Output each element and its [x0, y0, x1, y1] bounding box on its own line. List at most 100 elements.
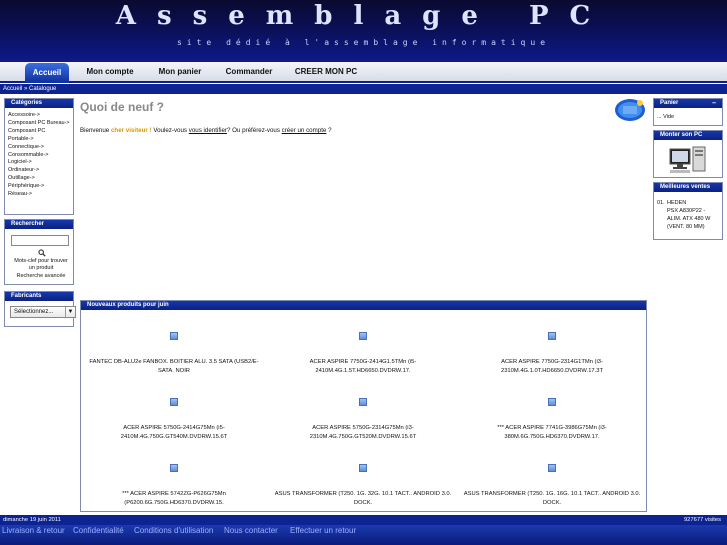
footer-visits: 927677 visites	[683, 517, 721, 523]
product-name[interactable]: *** ACER ASPIRE 5742ZG-P626G75Mn	[81, 490, 267, 499]
search-hint-2: un produit	[28, 265, 54, 271]
product-image-icon[interactable]	[548, 464, 556, 472]
site-logo[interactable]: Assemblage PC	[0, 3, 727, 29]
new-products-box: Nouveaux produits pour juin FANTEC DB-AL…	[80, 300, 647, 512]
tab-mon-compte[interactable]: Mon compte	[80, 62, 140, 81]
category-link[interactable]: Périphérique->	[8, 183, 70, 191]
categories-list: Accessoire-> Composant PC Bureau-> Composa…	[5, 108, 73, 203]
category-link[interactable]: Composant PC Bureau->	[8, 120, 70, 128]
search-hint-1: Mots-clef pour trouver	[14, 258, 68, 264]
welcome-mid2: ? Ou préférez-vous	[226, 127, 280, 134]
new-badge-icon	[615, 99, 645, 121]
footer-link-livraison[interactable]: Livraison & retour	[2, 526, 65, 535]
categories-title: Catégories	[5, 99, 73, 108]
product-image-icon[interactable]	[548, 398, 556, 406]
footer-link-conditions[interactable]: Conditions d'utilisation	[134, 526, 213, 535]
page: Assemblage PC site dédié à l'assemblage …	[0, 0, 727, 545]
tab-mon-panier[interactable]: Mon panier	[150, 62, 210, 81]
manufacturer-select-value: Sélectionnez...	[14, 309, 54, 315]
category-link[interactable]: Logiciel->	[8, 159, 70, 167]
cart-title: Panier –	[654, 99, 722, 108]
category-link[interactable]: Ordinateur->	[8, 167, 70, 175]
category-link[interactable]: Outillage->	[8, 175, 70, 183]
welcome-message: Bienvenue cher visiteur ! Voulez-vous vo…	[80, 127, 332, 134]
product-image-icon[interactable]	[170, 398, 178, 406]
welcome-visitor: cher visiteur !	[110, 127, 152, 134]
category-link[interactable]: Connectique->	[8, 144, 70, 152]
tab-accueil[interactable]: Accueil	[25, 63, 69, 83]
search-icon[interactable]	[38, 249, 46, 257]
bestsellers-box: Meilleures ventes 01. HEDEN PSX A830P22 …	[653, 182, 723, 240]
product-name[interactable]: FANTEC DB-ALU2e FANBOX. BOITIER ALU. 3.5…	[81, 358, 267, 367]
footer-link-contact[interactable]: Nous contacter	[224, 526, 278, 535]
breadcrumb[interactable]: Accueil » Catalogue	[0, 84, 727, 94]
page-title: Quoi de neuf ?	[80, 100, 164, 114]
product-name[interactable]: DOCK.	[270, 499, 456, 508]
manufacturer-select[interactable]: Sélectionnez... ▼	[10, 306, 76, 318]
login-link[interactable]: vous identifier	[189, 127, 227, 134]
product-name[interactable]: ACER ASPIRE 5750G-2414G75Mn (i5-	[81, 424, 267, 433]
footer-date: dimanche 19 juin 2011	[3, 517, 61, 523]
footer-links-bar: Livraison & retour Confidentialité Condi…	[0, 525, 727, 545]
product-image-icon[interactable]	[359, 464, 367, 472]
manufacturers-box: Fabricants Sélectionnez... ▼	[4, 291, 76, 327]
product-name[interactable]: 2410M.4G.1.5T.HD6650.DVDRW.17.	[270, 367, 456, 376]
category-link[interactable]: Accessoire->	[8, 112, 70, 120]
search-title: Rechercher	[5, 220, 73, 229]
bestseller-line: (VENT. 80 MM)	[667, 224, 705, 230]
cart-title-text: Panier	[660, 100, 679, 106]
product-name[interactable]: ACER ASPIRE 7750G-2314G1TMn (i3-	[459, 358, 645, 367]
bestseller-item-1[interactable]: HEDEN PSX A830P22 - ALIM. ATX 480 W (VEN…	[667, 199, 710, 231]
category-link[interactable]: Portable->	[8, 136, 70, 144]
category-link[interactable]: Consommable->	[8, 152, 70, 160]
chevron-down-icon: ▼	[65, 307, 75, 317]
product-name[interactable]: DOCK.	[459, 499, 645, 508]
new-products-title: Nouveaux produits pour juin	[81, 301, 646, 310]
product-image-icon[interactable]	[170, 464, 178, 472]
footer-status-bar: dimanche 19 juin 2011 927677 visites	[0, 515, 727, 525]
tab-creer-mon-pc[interactable]: CREER MON PC	[288, 62, 364, 81]
product-name[interactable]: 2410M.4G.750G.GT540M.DVDRW.15.6T	[81, 433, 267, 442]
build-pc-box[interactable]: Monter son PC	[653, 130, 723, 178]
product-name[interactable]: ACER ASPIRE 7750G-2414G1.5TMn (i5-	[270, 358, 456, 367]
search-input[interactable]	[11, 235, 69, 246]
advanced-search-link[interactable]: Recherche avancée	[5, 273, 77, 280]
bestsellers-title: Meilleures ventes	[654, 183, 722, 192]
product-name[interactable]: 2310M.4G.750G.GT520M.DVDRW.15.6T	[270, 433, 456, 442]
cart-box: Panier – ... Vide	[653, 98, 723, 126]
welcome-prefix: Bienvenue	[80, 127, 110, 134]
bestseller-line: HEDEN	[667, 200, 687, 206]
tab-commander[interactable]: Commander	[220, 62, 278, 81]
product-image-icon[interactable]	[170, 332, 178, 340]
search-box: Rechercher Mots-clef pour trouver un pro…	[4, 219, 74, 285]
product-image-icon[interactable]	[359, 332, 367, 340]
welcome-mid: Voulez-vous	[153, 127, 188, 134]
product-name[interactable]: 380M.6G.750G.HD6370.DVDRW.17.	[459, 433, 645, 442]
categories-box: Catégories Accessoire-> Composant PC Bure…	[4, 98, 74, 215]
product-image-icon[interactable]	[548, 332, 556, 340]
product-name[interactable]: ASUS TRANSFORMER (T250. 1G. 16G. 10.1 TA…	[459, 490, 645, 499]
category-link[interactable]: Réseau->	[8, 191, 70, 199]
create-account-link[interactable]: créer un compte	[282, 127, 327, 134]
product-image-icon[interactable]	[359, 398, 367, 406]
product-name[interactable]: *** ACER ASPIRE 7741G-3986G75Mn (i3-	[459, 424, 645, 433]
bestseller-line: ALIM. ATX 480 W	[667, 216, 711, 222]
site-header: Assemblage PC site dédié à l'assemblage …	[0, 0, 727, 62]
product-name[interactable]: ASUS TRANSFORMER (T250. 1G. 32G. 10.1 TA…	[270, 490, 456, 499]
main-nav: Accueil Mon compte Mon panier Commander …	[0, 62, 727, 83]
product-name[interactable]: 2310M.4G.1.0T.HD6650.DVDRW.17.3T	[459, 367, 645, 376]
product-name[interactable]: ACER ASPIRE 5750G-2314G75Mn (i3-	[270, 424, 456, 433]
computer-icon[interactable]	[668, 145, 708, 175]
build-pc-title: Monter son PC	[654, 131, 722, 140]
cart-content: ... Vide	[657, 114, 675, 120]
category-link[interactable]: Composant PC	[8, 128, 70, 136]
footer-link-confidentialite[interactable]: Confidentialité	[73, 526, 124, 535]
product-name[interactable]: (P6200.6G.750G.HD6370.DVDRW.15.	[81, 499, 267, 508]
welcome-end: ?	[328, 127, 332, 134]
cart-toggle-button[interactable]: –	[712, 99, 716, 108]
footer-link-retour[interactable]: Effectuer un retour	[290, 526, 356, 535]
product-name[interactable]: SATA. NOIR	[81, 367, 267, 376]
site-tagline: site dédié à l'assemblage informatique	[176, 38, 551, 47]
bestseller-index: 01.	[657, 200, 665, 206]
bestseller-line: PSX A830P22 -	[667, 208, 706, 214]
